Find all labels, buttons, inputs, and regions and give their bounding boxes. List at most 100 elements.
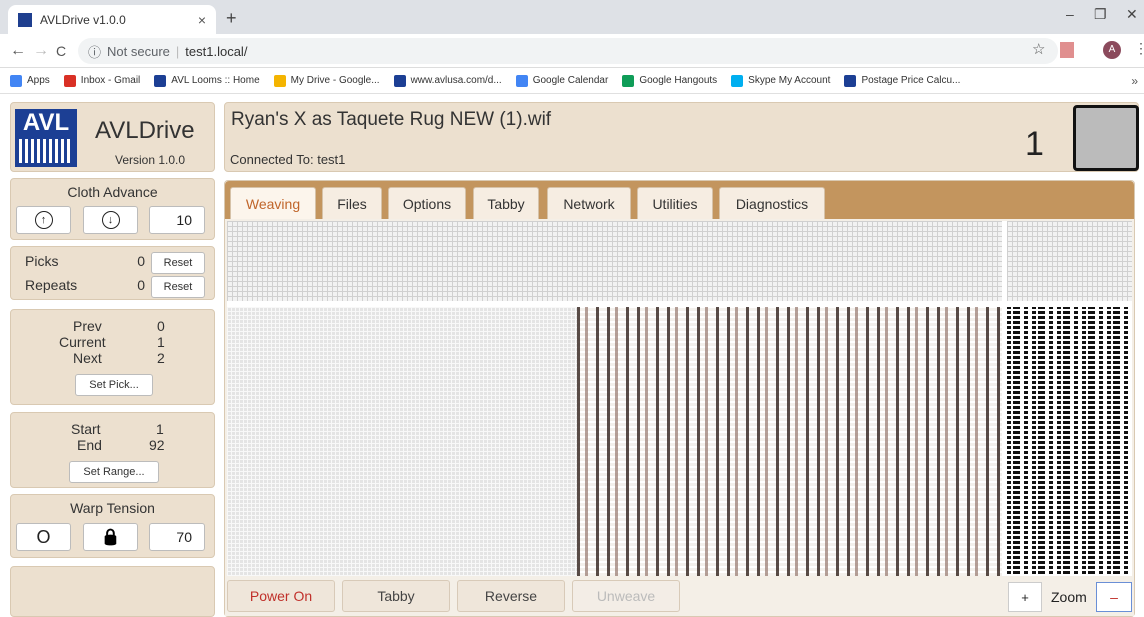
cloth-advance-title: Cloth Advance [67, 184, 158, 200]
current-value: 1 [157, 334, 165, 350]
set-pick-button[interactable]: Set Pick... [75, 374, 153, 396]
bookmark-item[interactable]: Postage Price Calcu... [844, 74, 960, 87]
tab-diagnostics[interactable]: Diagnostics [719, 187, 825, 219]
zoom-out-button[interactable]: – [1096, 582, 1132, 612]
bookmark-label: Google Calendar [532, 75, 609, 86]
url-separator: | [175, 43, 180, 59]
bookmark-favicon-icon [731, 74, 744, 87]
logo-weave-icon [19, 139, 73, 163]
tension-refresh-button[interactable]: O [16, 523, 71, 551]
drawdown-plain-area [227, 307, 577, 576]
bookmark-item[interactable]: Apps [10, 74, 50, 87]
bookmark-label: Skype My Account [748, 75, 831, 86]
file-header-panel: Ryan's X as Taquete Rug NEW (1).wif Conn… [224, 102, 1139, 172]
tab-network[interactable]: Network [547, 187, 631, 219]
forward-icon[interactable]: → [33, 42, 49, 60]
address-bar-row: ← → C ⓘ Not secure | test1.local/ [0, 34, 1144, 68]
tab-options[interactable]: Options [388, 187, 466, 219]
file-name: Ryan's X as Taquete Rug NEW (1).wif [231, 109, 552, 130]
arrow-up-icon: ↑ [34, 211, 53, 229]
url-text: test1.local/ [185, 43, 248, 59]
repeats-reset-button[interactable]: Reset [151, 276, 205, 298]
app-name: AVLDrive [95, 117, 195, 144]
current-label: Current [59, 334, 106, 350]
start-value: 1 [156, 421, 164, 437]
bookmark-star-icon[interactable]: ☆ [1032, 40, 1045, 58]
pdf-extension-icon[interactable] [1060, 42, 1074, 58]
close-tab-icon[interactable]: × [198, 12, 206, 28]
browser-tab-bar: AVLDrive v1.0.0 × + – ❐ ✕ [0, 0, 1144, 34]
bookmark-label: My Drive - Google... [290, 75, 380, 86]
reverse-button[interactable]: Reverse [457, 580, 565, 612]
bookmarks-overflow-icon[interactable]: » [1131, 74, 1138, 88]
bookmark-item[interactable]: AVL Looms :: Home [154, 74, 260, 87]
bookmark-label: Inbox - Gmail [80, 75, 141, 86]
repeats-value: 0 [137, 277, 145, 293]
bookmark-item[interactable]: Skype My Account [731, 74, 831, 87]
window-close-icon[interactable]: ✕ [1126, 6, 1138, 23]
advance-down-button[interactable]: ↓ [83, 206, 138, 234]
tieup-grid [1007, 221, 1132, 301]
unweave-button[interactable]: Unweave [572, 580, 680, 612]
advance-up-button[interactable]: ↑ [16, 206, 71, 234]
counters-panel: Picks 0 Reset Repeats 0 Reset [10, 246, 215, 300]
tab-tabby[interactable]: Tabby [473, 187, 539, 219]
zoom-label: Zoom [1051, 589, 1087, 605]
set-range-button[interactable]: Set Range... [69, 461, 159, 483]
prev-label: Prev [73, 318, 102, 334]
bookmarks-bar: Apps Inbox - Gmail AVL Looms :: Home My Dri… [0, 68, 1144, 94]
bookmark-item[interactable]: Inbox - Gmail [63, 74, 141, 87]
current-pick-number: 1 [1025, 125, 1044, 163]
tab-weaving[interactable]: Weaving [230, 187, 316, 219]
zoom-in-button[interactable]: + [1008, 582, 1042, 612]
app-version: Version 1.0.0 [115, 153, 186, 167]
picks-reset-button[interactable]: Reset [151, 252, 205, 274]
profile-avatar[interactable]: A [1103, 41, 1121, 59]
url-bar[interactable]: ⓘ Not secure | test1.local/ [78, 38, 1058, 64]
bookmark-favicon-icon [154, 74, 167, 87]
tab-utilities[interactable]: Utilities [637, 187, 713, 219]
bookmark-favicon-icon [844, 74, 857, 87]
picks-label: Picks [25, 253, 59, 269]
bookmark-label: Apps [27, 75, 50, 86]
tension-lock-button[interactable]: 🔒 [83, 523, 138, 551]
power-on-button[interactable]: Power On [227, 580, 335, 612]
lock-icon: 🔒 [100, 529, 121, 546]
reload-icon[interactable]: C [56, 43, 66, 59]
bookmark-label: Google Hangouts [639, 75, 718, 86]
bookmark-item[interactable]: www.avlusa.com/d... [393, 74, 502, 87]
bookmark-favicon-icon [515, 74, 528, 87]
browser-tab-title: AVLDrive v1.0.0 [40, 12, 126, 27]
cloth-advance-panel: Cloth Advance ↑ ↓ 10 [10, 178, 215, 240]
end-label: End [77, 437, 102, 453]
tabby-button[interactable]: Tabby [342, 580, 450, 612]
tab-strip: Weaving Files Options Tabby Network Util… [225, 181, 1134, 219]
tab-files[interactable]: Files [322, 187, 382, 219]
new-tab-button[interactable]: + [226, 8, 237, 29]
refresh-icon: O [36, 526, 51, 547]
bookmark-favicon-icon [10, 74, 22, 87]
bookmark-item[interactable]: Google Calendar [515, 74, 609, 87]
bookmark-item[interactable]: My Drive - Google... [273, 74, 380, 87]
end-value: 92 [149, 437, 165, 453]
connection-status: Connected To: test1 [230, 152, 346, 167]
minimize-icon[interactable]: – [1066, 6, 1074, 22]
info-icon[interactable]: ⓘ [88, 42, 101, 61]
logo-text: AVL [22, 109, 70, 136]
security-label: Not secure [107, 43, 170, 59]
tension-value-input[interactable]: 70 [149, 523, 205, 551]
weaving-draft[interactable] [227, 221, 1132, 576]
browser-tab[interactable]: AVLDrive v1.0.0 × [8, 5, 216, 34]
bookmark-label: AVL Looms :: Home [171, 75, 260, 86]
browser-menu-icon[interactable]: ⋮ [1134, 40, 1144, 57]
back-icon[interactable]: ← [10, 42, 26, 60]
threading-grid [227, 221, 1002, 301]
advance-amount-input[interactable]: 10 [149, 206, 205, 234]
prev-value: 0 [157, 318, 165, 334]
range-panel: Start 1 End 92 Set Range... [10, 412, 215, 488]
warp-tension-title: Warp Tension [70, 500, 155, 516]
restore-icon[interactable]: ❐ [1094, 6, 1107, 23]
pick-preview-box [1073, 105, 1139, 171]
bookmark-favicon-icon [622, 74, 635, 87]
bookmark-item[interactable]: Google Hangouts [622, 74, 718, 87]
